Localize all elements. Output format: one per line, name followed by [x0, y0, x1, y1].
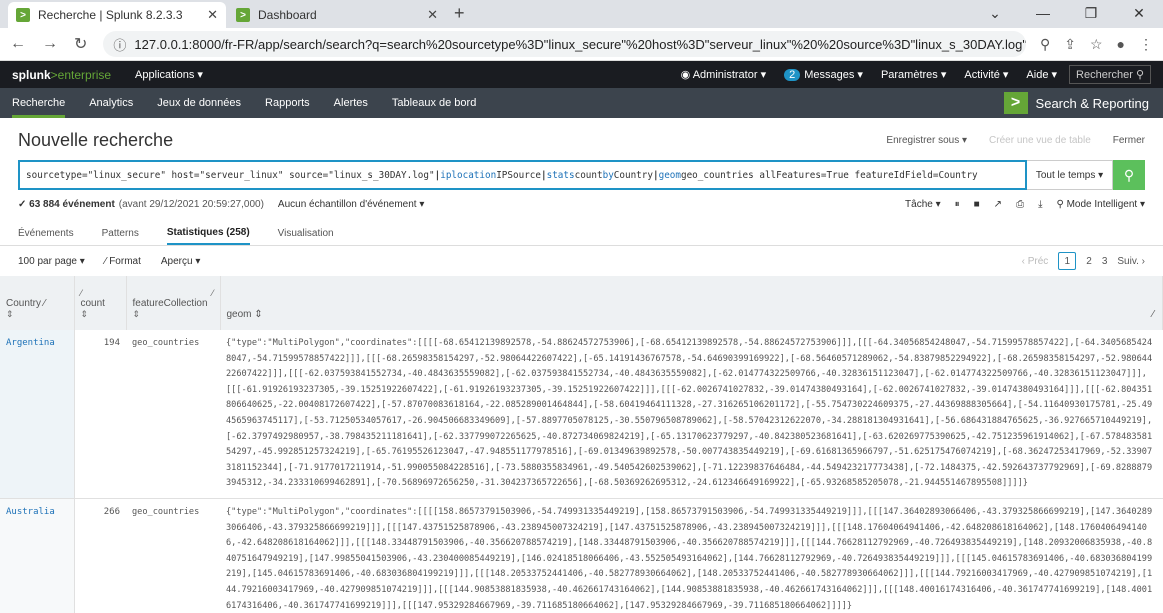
- column-header-country[interactable]: Country ⁄ ⇕: [0, 276, 75, 330]
- featurecollection-cell: geo_countries: [126, 498, 220, 613]
- sampling-menu[interactable]: Aucun échantillon d'événement ▾: [278, 199, 424, 210]
- url-text: 127.0.0.1:8000/fr-FR/app/search/search?q…: [134, 36, 1026, 52]
- info-icon[interactable]: ⓘ: [113, 35, 126, 54]
- search-icon: ⚲: [1123, 166, 1135, 183]
- pagination: ‹ Préc 1 2 3 Suiv. ›: [1012, 252, 1145, 270]
- address-bar: ← → ↻ ⓘ 127.0.0.1:8000/fr-FR/app/search/…: [0, 28, 1163, 61]
- geom-cell: {"type":"MultiPolygon","coordinates":[[[…: [220, 498, 1163, 613]
- zoom-icon[interactable]: ⚲: [1040, 36, 1050, 53]
- pause-icon[interactable]: ⏸: [955, 199, 960, 210]
- app-logo-icon: >: [1003, 92, 1028, 114]
- export-icon[interactable]: ⤓: [1038, 199, 1042, 210]
- search-button[interactable]: ⚲: [1113, 160, 1145, 190]
- sort-icon: ⇕: [80, 309, 89, 319]
- count-cell: 194: [74, 330, 126, 499]
- back-icon[interactable]: ←: [10, 35, 26, 53]
- event-range: (avant 29/12/2021 20:59:27,000): [118, 198, 264, 210]
- featurecollection-cell: geo_countries: [126, 330, 220, 499]
- minimize-icon[interactable]: —: [1019, 0, 1067, 28]
- results-table: Country ⁄ ⇕ ⁄ count ⇕ ⁄ featureCollection ⇕ g…: [0, 276, 1163, 613]
- splunk-logo[interactable]: splunk>enterprise: [12, 68, 111, 82]
- job-menu[interactable]: Tâche ▾: [905, 199, 941, 210]
- chevron-down-icon[interactable]: ⌄: [971, 0, 1019, 28]
- page-title: Nouvelle recherche: [18, 129, 174, 150]
- app-nav-bar: Recherche Analytics Jeux de données Rapp…: [0, 88, 1163, 118]
- messages-menu[interactable]: 2 Messages ▾: [784, 68, 863, 81]
- next-page-button[interactable]: Suiv. ›: [1117, 256, 1145, 267]
- prev-page-button: ‹ Préc: [1021, 255, 1049, 267]
- administrator-menu[interactable]: ◉ Administrator ▾: [681, 68, 766, 81]
- splunk-favicon-icon: >: [236, 8, 250, 22]
- menu-icon[interactable]: ⋮: [1139, 36, 1153, 53]
- search-input[interactable]: sourcetype="linux_secure" host="serveur_…: [18, 160, 1027, 190]
- tab-title: Recherche | Splunk 8.2.3.3: [38, 8, 183, 22]
- tab-title: Dashboard: [258, 8, 317, 22]
- reload-icon[interactable]: ↻: [74, 34, 87, 54]
- applications-menu[interactable]: Applications ▾: [135, 68, 203, 81]
- time-range-picker[interactable]: Tout le temps ▾: [1027, 160, 1113, 190]
- activity-menu[interactable]: Activité ▾: [964, 68, 1008, 81]
- edit-icon: ⁄: [1152, 309, 1154, 320]
- print-icon[interactable]: ⎙: [1016, 199, 1024, 210]
- splunk-favicon-icon: >: [16, 8, 30, 22]
- share-icon[interactable]: ↗: [994, 199, 1002, 210]
- stop-icon[interactable]: ■: [974, 199, 980, 210]
- app-title[interactable]: > Search & Reporting: [1003, 92, 1149, 114]
- edit-icon: ⁄: [80, 288, 83, 298]
- forward-icon[interactable]: →: [42, 35, 58, 53]
- help-menu[interactable]: Aide ▾: [1026, 68, 1057, 81]
- geom-cell: {"type":"MultiPolygon","coordinates":[[[…: [220, 330, 1163, 499]
- nav-item-recherche[interactable]: Recherche: [12, 88, 66, 118]
- nav-item-analytics[interactable]: Analytics: [89, 88, 133, 118]
- page-3-button[interactable]: 3: [1102, 256, 1108, 267]
- save-as-menu[interactable]: Enregistrer sous ▾: [886, 135, 967, 146]
- country-cell[interactable]: Argentina: [0, 330, 75, 499]
- table-row: Australia 266 geo_countries {"type":"Mul…: [0, 498, 1163, 613]
- close-link[interactable]: Fermer: [1113, 135, 1145, 146]
- column-header-featurecollection[interactable]: ⁄ featureCollection ⇕: [126, 276, 221, 330]
- table-row: Argentina 194 geo_countries {"type":"Mul…: [0, 330, 1163, 499]
- tab-visualization[interactable]: Visualisation: [278, 221, 334, 245]
- settings-menu[interactable]: Paramètres ▾: [881, 68, 946, 81]
- sort-icon: ⇕: [132, 309, 141, 319]
- preview-menu[interactable]: Aperçu ▾: [161, 256, 200, 267]
- tab-events[interactable]: Événements: [18, 221, 74, 245]
- tab-statistics[interactable]: Statistiques (258): [166, 221, 250, 245]
- tab-patterns[interactable]: Patterns: [102, 221, 139, 245]
- new-tab-icon[interactable]: +: [454, 3, 465, 24]
- user-icon: ◉: [680, 69, 693, 81]
- sort-icon: ⇕: [6, 309, 14, 319]
- close-icon[interactable]: ✕: [427, 7, 438, 23]
- event-count: ✓ 63 884 événement: [18, 198, 115, 210]
- browser-tab-strip: > Recherche | Splunk 8.2.3.3 ✕ > Dashboa…: [0, 0, 1163, 28]
- create-table-view-link: Créer une vue de table: [989, 134, 1091, 146]
- search-mode-menu[interactable]: ⚲ Mode Intelligent ▾: [1056, 199, 1145, 210]
- splunk-top-bar: splunk>enterprise Applications ▾ ◉ Admin…: [0, 61, 1163, 88]
- browser-tab-dashboard[interactable]: > Dashboard ✕: [228, 2, 446, 28]
- nav-item-alerts[interactable]: Alertes: [334, 88, 368, 118]
- share-icon[interactable]: ⇪: [1064, 36, 1076, 53]
- close-icon[interactable]: ✕: [207, 7, 218, 23]
- search-icon: ⚲: [1135, 69, 1144, 81]
- count-cell: 266: [74, 498, 126, 613]
- nav-item-dashboards[interactable]: Tableaux de bord: [392, 88, 476, 118]
- edit-icon: ⁄: [211, 288, 214, 298]
- restore-icon[interactable]: ❐: [1067, 0, 1115, 28]
- url-input[interactable]: ⓘ 127.0.0.1:8000/fr-FR/app/search/search…: [103, 31, 1026, 57]
- star-icon[interactable]: ☆: [1090, 36, 1103, 53]
- nav-item-reports[interactable]: Rapports: [265, 88, 310, 118]
- top-search-input[interactable]: Rechercher ⚲: [1069, 65, 1151, 84]
- browser-tab-search[interactable]: > Recherche | Splunk 8.2.3.3 ✕: [8, 2, 226, 28]
- per-page-menu[interactable]: 100 par page ▾: [18, 256, 85, 267]
- country-cell[interactable]: Australia: [0, 498, 75, 613]
- column-header-geom[interactable]: geom ⇕ ⁄: [220, 276, 1163, 330]
- format-menu[interactable]: ⁄ Format: [105, 256, 141, 267]
- column-header-count[interactable]: ⁄ count ⇕: [74, 276, 127, 330]
- page-2-button[interactable]: 2: [1086, 256, 1092, 267]
- edit-icon: ⁄: [43, 298, 46, 309]
- profile-icon[interactable]: ●: [1117, 36, 1125, 52]
- close-window-icon[interactable]: ✕: [1115, 0, 1163, 28]
- nav-item-datasets[interactable]: Jeux de données: [157, 88, 241, 118]
- page-1-button[interactable]: 1: [1058, 252, 1077, 270]
